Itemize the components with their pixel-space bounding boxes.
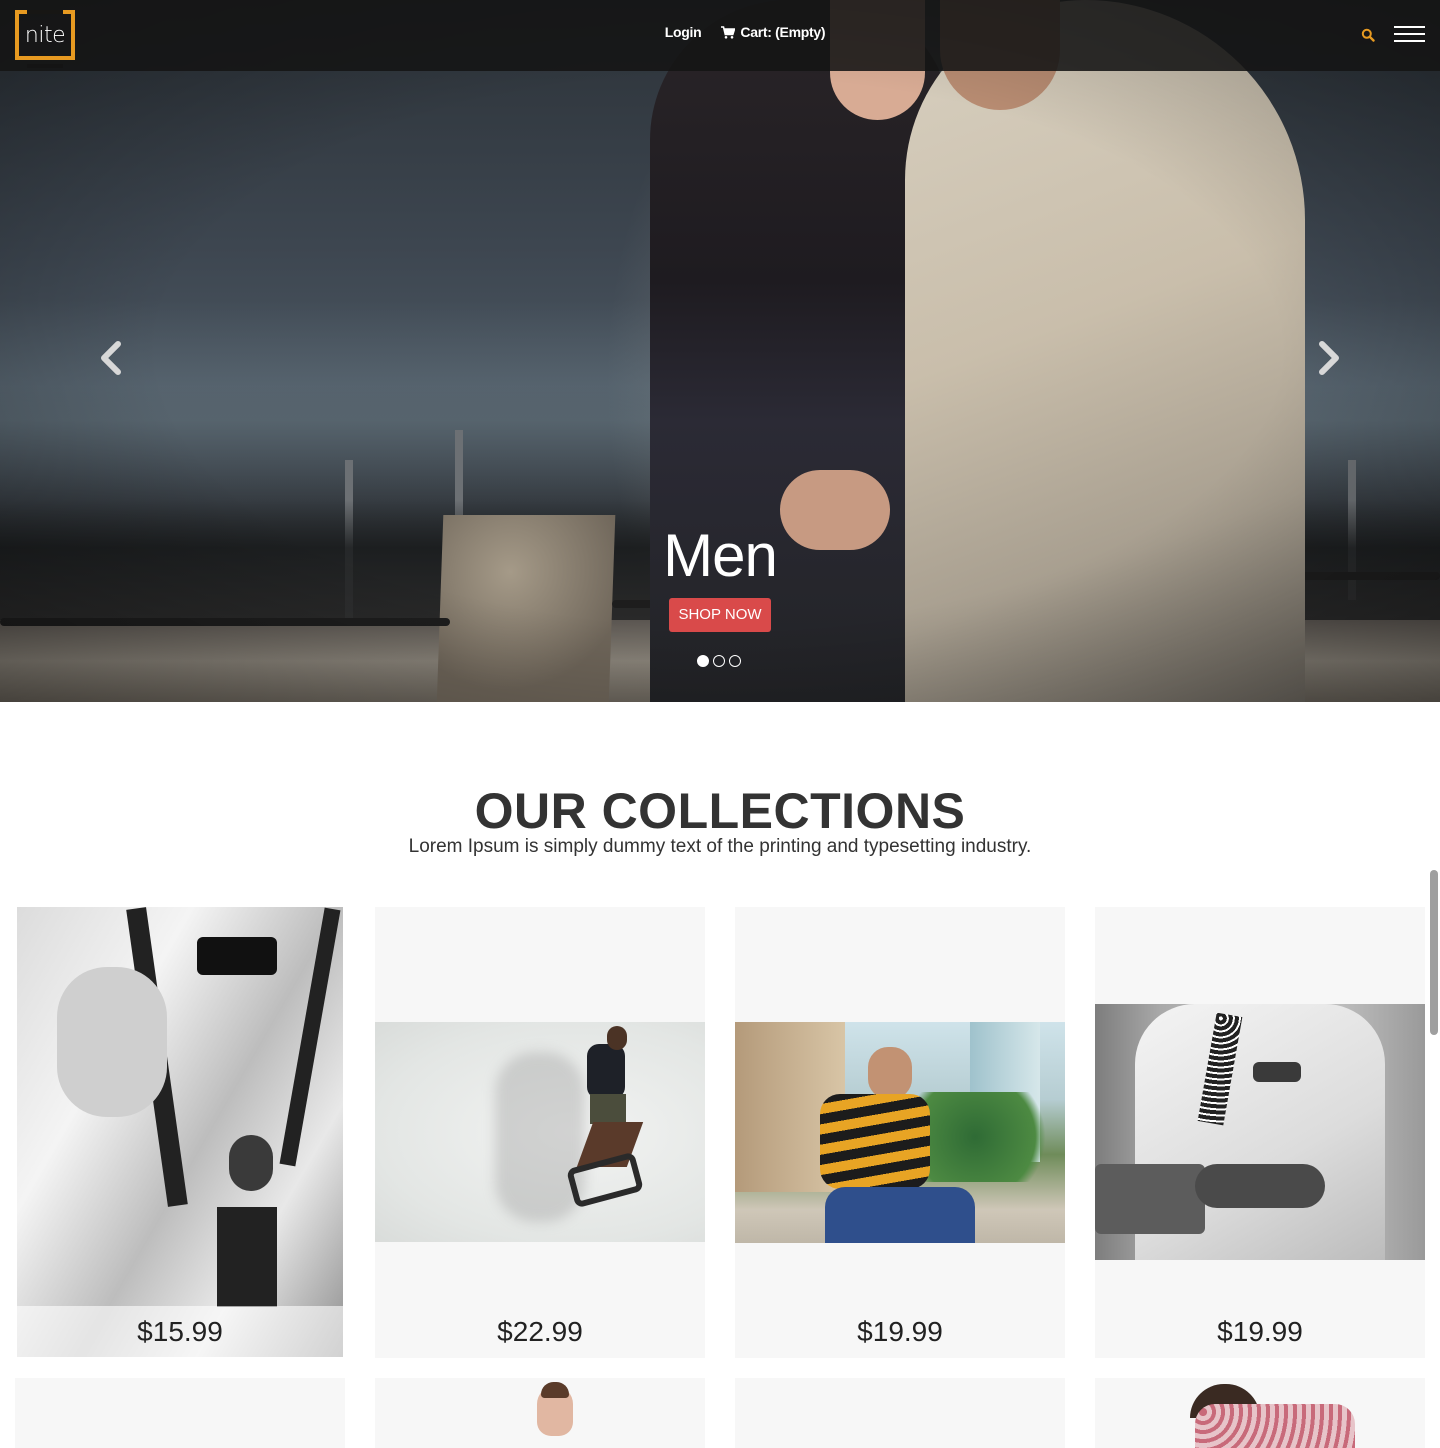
slider-dot-3[interactable] bbox=[729, 655, 741, 667]
product-price: $22.99 bbox=[497, 1316, 583, 1347]
login-link[interactable]: Login bbox=[665, 24, 702, 40]
product-image bbox=[17, 907, 343, 1357]
product-image-shadow bbox=[495, 1052, 585, 1222]
chevron-left-icon bbox=[101, 341, 121, 375]
cart-label: Cart: (Empty) bbox=[740, 24, 826, 40]
product-card[interactable] bbox=[15, 1378, 345, 1448]
product-card[interactable]: $22.99 bbox=[375, 907, 705, 1358]
product-image-head bbox=[868, 1047, 912, 1099]
product-card[interactable]: $15.99 bbox=[17, 907, 343, 1357]
logo-text: nite bbox=[24, 22, 66, 48]
product-image-hand bbox=[57, 967, 167, 1117]
cart-link[interactable]: Cart: (Empty) bbox=[721, 24, 825, 40]
chevron-right-icon bbox=[1319, 341, 1339, 375]
product-image-laptop bbox=[1095, 1164, 1205, 1234]
product-image-palms bbox=[915, 1092, 1065, 1182]
product-price: $19.99 bbox=[1217, 1316, 1303, 1347]
collections-subtitle: Lorem Ipsum is simply dummy text of the … bbox=[408, 836, 1032, 857]
collections-title: OUR COLLECTIONS bbox=[474, 783, 966, 839]
hero-slider: Men SHOP NOW bbox=[0, 0, 1440, 702]
hero-vignette bbox=[0, 0, 1440, 702]
slider-dot-2[interactable] bbox=[713, 655, 725, 667]
product-image bbox=[735, 1022, 1065, 1243]
slider-prev-button[interactable] bbox=[93, 340, 129, 376]
slider-indicators bbox=[697, 655, 741, 667]
search-icon[interactable] bbox=[1361, 28, 1375, 42]
page-scrollbar[interactable] bbox=[1430, 870, 1438, 1035]
product-price: $19.99 bbox=[857, 1316, 943, 1347]
product-image-blouse bbox=[1195, 1404, 1355, 1448]
top-navbar: nite Login Cart: (Empty) bbox=[0, 0, 1440, 71]
product-card[interactable]: $19.99 bbox=[735, 907, 1065, 1358]
product-image-jacket bbox=[587, 1044, 625, 1099]
product-image-shorts bbox=[590, 1094, 626, 1124]
product-image-watch bbox=[229, 1135, 273, 1191]
product-image-shirt bbox=[217, 1207, 277, 1307]
product-price: $15.99 bbox=[17, 1306, 343, 1357]
product-image-bowtie bbox=[197, 937, 277, 975]
slider-next-button[interactable] bbox=[1311, 340, 1347, 376]
product-card[interactable] bbox=[735, 1378, 1065, 1448]
product-card[interactable] bbox=[1095, 1378, 1425, 1448]
product-image-hand bbox=[1195, 1164, 1325, 1208]
product-image-pocket-square bbox=[1253, 1062, 1301, 1082]
cart-icon bbox=[721, 25, 736, 39]
menu-icon[interactable] bbox=[1394, 24, 1425, 44]
product-image-hair-bun bbox=[541, 1382, 569, 1398]
product-image bbox=[375, 1022, 705, 1242]
product-image-shirt bbox=[820, 1094, 930, 1189]
product-card[interactable]: $19.99 bbox=[1095, 907, 1425, 1358]
nav-links: Login Cart: (Empty) bbox=[25, 24, 1440, 40]
product-image-head bbox=[607, 1026, 627, 1050]
slider-dot-1[interactable] bbox=[697, 655, 709, 667]
product-image-jeans bbox=[825, 1187, 975, 1243]
product-image bbox=[1095, 1004, 1425, 1260]
product-image-lapel bbox=[279, 907, 341, 1167]
slide-title: Men bbox=[663, 522, 778, 589]
product-card[interactable] bbox=[375, 1378, 705, 1448]
shop-now-button[interactable]: SHOP NOW bbox=[669, 598, 771, 632]
